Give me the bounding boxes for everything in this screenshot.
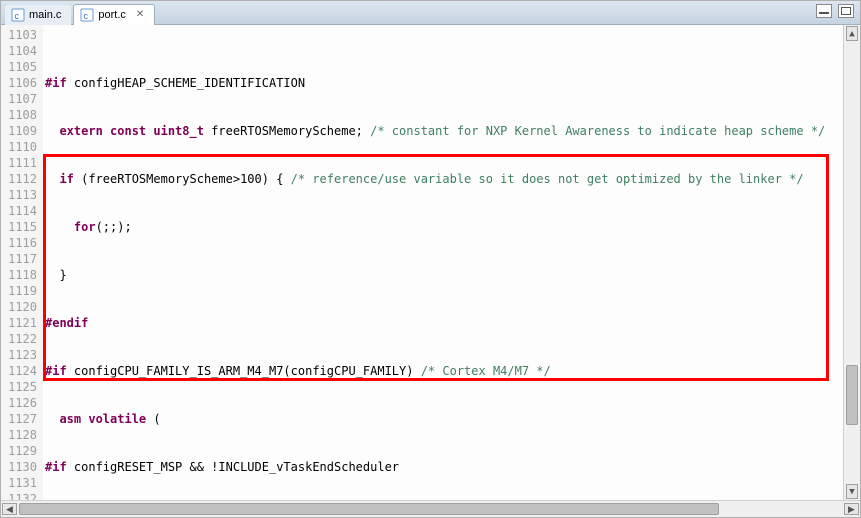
code-content[interactable]: #if configHEAP_SCHEME_IDENTIFICATION ext… — [43, 25, 843, 500]
c-file-icon: c — [80, 8, 94, 22]
code-editor[interactable]: 1103 1104 1105 1106 1107 1108 1109 1110 … — [1, 25, 860, 500]
svg-text:c: c — [15, 11, 20, 21]
c-file-icon: c — [11, 8, 25, 22]
tab-main-c[interactable]: c main.c — [5, 5, 71, 25]
scroll-right-icon[interactable]: ▶ — [844, 503, 859, 515]
horizontal-scroll-thumb[interactable] — [19, 503, 719, 515]
editor-tabbar: c main.c c port.c ✕ — [1, 1, 860, 25]
svg-text:c: c — [84, 11, 89, 21]
close-icon[interactable]: ✕ — [136, 9, 144, 20]
scroll-up-icon[interactable]: ▲ — [846, 26, 858, 41]
tab-label: main.c — [29, 9, 61, 21]
tab-label: port.c — [98, 9, 126, 21]
maximize-view-button[interactable] — [838, 4, 854, 18]
horizontal-scrollbar[interactable]: ◀ ▶ — [1, 500, 860, 517]
tab-port-c[interactable]: c port.c ✕ — [73, 4, 155, 26]
scroll-left-icon[interactable]: ◀ — [2, 503, 17, 515]
line-number-gutter: 1103 1104 1105 1106 1107 1108 1109 1110 … — [1, 25, 43, 500]
minimize-view-button[interactable] — [816, 4, 832, 18]
vertical-scrollbar[interactable]: ▲ ▼ — [843, 25, 860, 500]
vertical-scroll-thumb[interactable] — [846, 365, 858, 425]
scroll-down-icon[interactable]: ▼ — [846, 484, 858, 499]
